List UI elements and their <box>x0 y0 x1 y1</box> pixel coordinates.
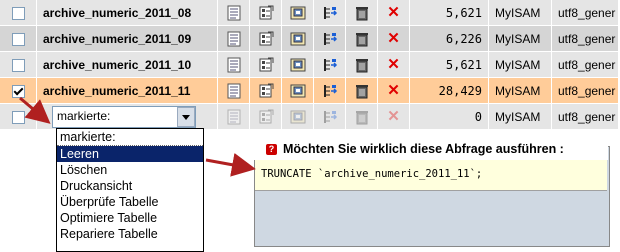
arrow-checkbox-to-select <box>19 96 51 124</box>
annotation-arrows <box>19 96 256 177</box>
arrow-leeren-to-dialog <box>205 152 256 177</box>
